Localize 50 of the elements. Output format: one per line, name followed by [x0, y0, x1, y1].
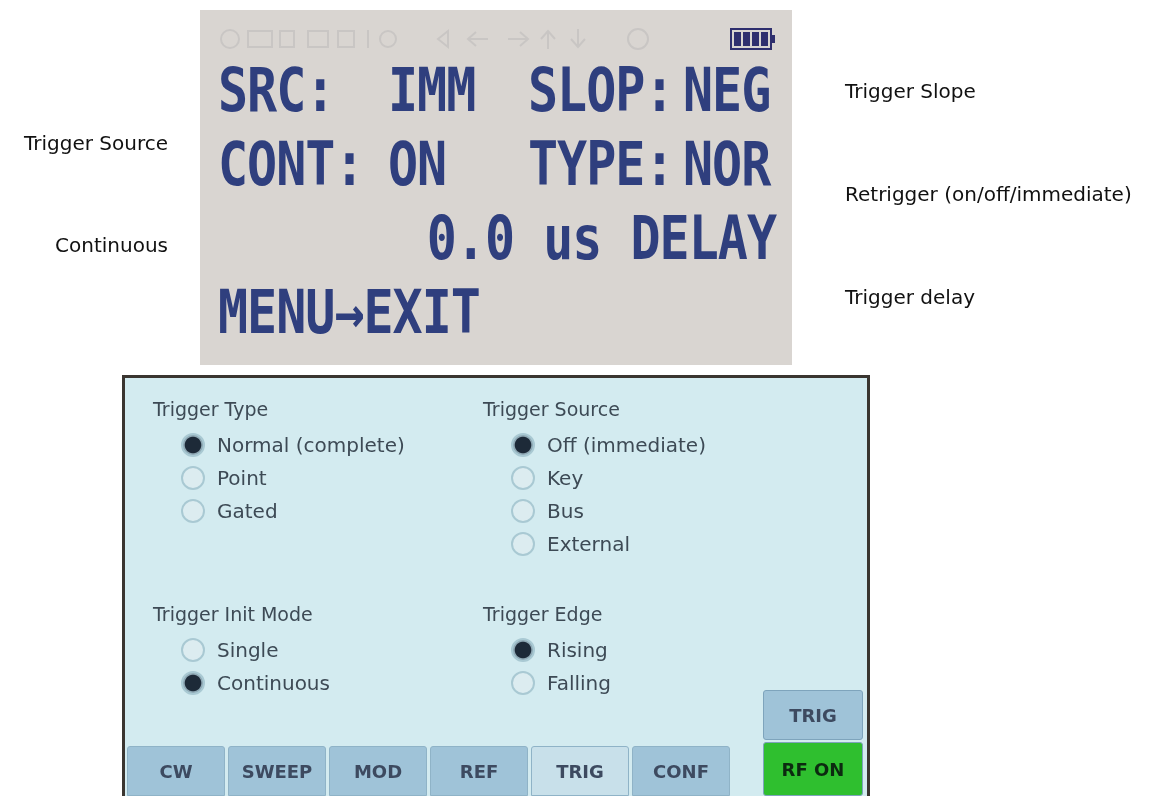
lcd-text: IMM [388, 57, 476, 125]
battery-icon [730, 28, 776, 50]
option-label: Continuous [217, 670, 330, 695]
radio-button[interactable] [511, 498, 535, 523]
rf-on-button[interactable]: RF ON [763, 742, 863, 796]
lcd-text: SRC: [218, 57, 335, 125]
option-label: Bus [547, 498, 584, 523]
tab[interactable]: SWEEP [228, 746, 326, 796]
annotation-label: Retrigger (on/off/immediate) [845, 183, 1133, 205]
annotation-label: Continuous [55, 234, 168, 256]
lcd-text: NEG [683, 57, 771, 125]
annotation-label: Trigger delay [845, 286, 976, 308]
radio-button[interactable] [511, 465, 535, 490]
lcd-text: MENU→EXIT [218, 279, 480, 347]
option-label: Falling [547, 670, 611, 695]
group-title: Trigger Init Mode [153, 603, 314, 625]
option-label: Off (immediate) [547, 432, 706, 457]
tab[interactable]: REF [430, 746, 528, 796]
option-label: Key [547, 465, 584, 490]
group-title: Trigger Edge [483, 603, 604, 625]
group-title: Trigger Source [483, 398, 621, 420]
option-label: Rising [547, 637, 608, 662]
radio-button[interactable] [181, 670, 205, 695]
lcd-text: CONT: [218, 131, 364, 199]
lcd-text: SLOP: [528, 57, 674, 125]
option-label: Single [217, 637, 279, 662]
radio-button[interactable] [181, 465, 205, 490]
tab[interactable]: CONF [632, 746, 730, 796]
lcd-text: TYPE: [528, 131, 674, 199]
radio-button[interactable] [181, 498, 205, 523]
lcd-text: NOR [683, 131, 771, 199]
lcd-text: ON [388, 131, 447, 199]
radio-button[interactable] [511, 637, 535, 662]
annotation-label: Trigger Source [23, 132, 168, 154]
option-label: External [547, 531, 630, 556]
group-title: Trigger Type [153, 398, 270, 420]
tab[interactable]: CW [127, 746, 225, 796]
radio-button[interactable] [181, 637, 205, 662]
tab[interactable]: TRIG [531, 746, 629, 796]
radio-button[interactable] [511, 670, 535, 695]
radio-button[interactable] [511, 531, 535, 556]
trigger-button[interactable]: TRIG [763, 690, 863, 740]
annotation-label: Trigger Slope [845, 80, 977, 102]
radio-button[interactable] [181, 432, 205, 457]
tab[interactable]: MOD [329, 746, 427, 796]
radio-button[interactable] [511, 432, 535, 457]
option-label: Point [217, 465, 267, 490]
option-label: Normal (complete) [217, 432, 405, 457]
lcd-text: 0.0 us DELAY [426, 205, 776, 273]
option-label: Gated [217, 498, 278, 523]
